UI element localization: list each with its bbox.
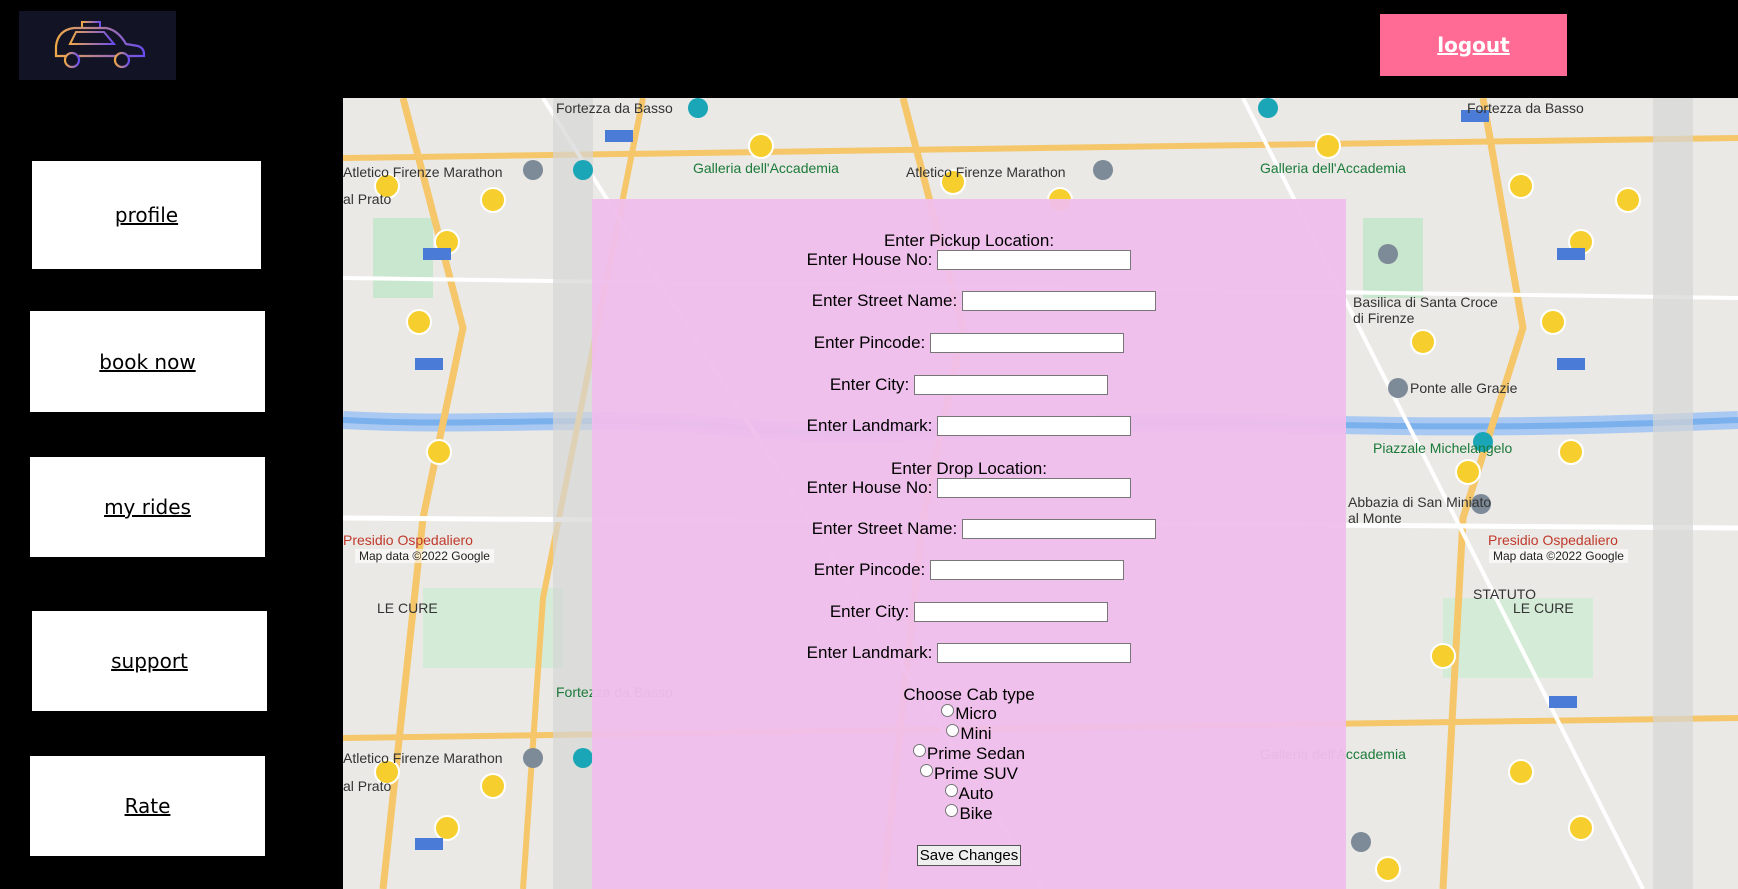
sidebar-item-support[interactable]: support (32, 611, 267, 711)
drop-pincode-input[interactable] (930, 560, 1125, 580)
map-label: Atletico Firenze Marathon (343, 750, 503, 766)
pickup-pincode-label: Enter Pincode: (813, 333, 926, 352)
sidebar-item-profile[interactable]: profile (32, 161, 261, 269)
drop-landmark-row: Enter Landmark: (592, 643, 1346, 663)
cab-option-prime-sedan[interactable]: Prime Sedan (592, 744, 1346, 764)
cab-option-bike[interactable]: Bike (592, 804, 1346, 824)
map-label: LE CURE (1513, 600, 1574, 616)
drop-landmark-label: Enter Landmark: (806, 643, 933, 662)
map-label: Atletico Firenze Marathon (906, 164, 1066, 180)
drop-street-label: Enter Street Name: (811, 519, 958, 538)
pickup-city-row: Enter City: (592, 375, 1346, 395)
pickup-pincode-input[interactable] (930, 333, 1125, 353)
map-label: Ponte alle Grazie (1410, 380, 1518, 396)
map-label: STATUTO (1473, 586, 1536, 602)
drop-pincode-row: Enter Pincode: (592, 560, 1346, 580)
map-credit: Map data ©2022 Google (1489, 549, 1628, 563)
cab-type-heading: Choose Cab type (903, 685, 1035, 704)
cab-option-prime-suv[interactable]: Prime SUV (592, 764, 1346, 784)
pickup-house-input[interactable] (937, 250, 1132, 270)
pickup-pincode-row: Enter Pincode: (592, 333, 1346, 353)
map-label: al Prato (343, 191, 392, 207)
drop-street-row: Enter Street Name: (592, 519, 1346, 539)
map-label: Fortezza da Basso (1467, 100, 1584, 116)
cab-radio-prime-sedan[interactable] (912, 744, 926, 757)
logo[interactable] (19, 11, 176, 80)
pickup-city-label: Enter City: (829, 375, 910, 394)
drop-landmark-input[interactable] (937, 643, 1132, 663)
map-label: al Prato (343, 778, 392, 794)
map-label: Piazzale Michelangelo (1373, 440, 1513, 456)
pickup-street-row: Enter Street Name: (592, 291, 1346, 311)
drop-city-row: Enter City: (592, 602, 1346, 622)
logout-button[interactable]: logout (1380, 14, 1567, 76)
pickup-street-input[interactable] (962, 291, 1157, 311)
booking-form: Enter Pickup Location: Enter House No: E… (592, 199, 1346, 889)
map-label: Galleria dell'Accademia (1260, 160, 1406, 176)
sidebar-item-rate[interactable]: Rate (30, 756, 265, 856)
map-credit: Map data ©2022 Google (355, 549, 494, 563)
cab-option-auto[interactable]: Auto (592, 784, 1346, 804)
cab-option-micro[interactable]: Micro (592, 704, 1346, 724)
map-label: Fortezza da Basso (556, 100, 673, 116)
drop-house-label: Enter House No: (806, 478, 933, 497)
cab-radio-mini[interactable] (946, 724, 960, 737)
cab-option-mini[interactable]: Mini (592, 724, 1346, 744)
pickup-landmark-input[interactable] (937, 416, 1132, 436)
map-label: Presidio Ospedaliero (1488, 532, 1618, 548)
drop-city-input[interactable] (914, 602, 1109, 622)
pickup-landmark-row: Enter Landmark: (592, 416, 1346, 436)
cab-radio-bike[interactable] (945, 804, 959, 817)
taxi-icon (54, 20, 145, 68)
map-label: Basilica di Santa Croce di Firenze (1353, 294, 1498, 326)
drop-pincode-label: Enter Pincode: (813, 560, 926, 579)
map-label: Atletico Firenze Marathon (343, 164, 503, 180)
pickup-house-label: Enter House No: (806, 250, 933, 269)
drop-city-label: Enter City: (829, 602, 910, 621)
map-label: Presidio Ospedaliero (343, 532, 473, 548)
drop-heading: Enter Drop Location: (891, 459, 1047, 478)
pickup-landmark-label: Enter Landmark: (806, 416, 933, 435)
pickup-heading: Enter Pickup Location: (883, 231, 1055, 250)
cab-radio-auto[interactable] (944, 784, 958, 797)
pickup-city-input[interactable] (914, 375, 1109, 395)
cab-radio-prime-suv[interactable] (919, 764, 933, 777)
save-changes-button[interactable]: Save Changes (916, 845, 1022, 866)
cab-radio-micro[interactable] (941, 704, 955, 717)
drop-street-input[interactable] (962, 519, 1157, 539)
map-label: Galleria dell'Accademia (693, 160, 839, 176)
map-label: Abbazia di San Miniato al Monte (1348, 494, 1492, 526)
pickup-house-row: Enter House No: (592, 250, 1346, 270)
drop-house-input[interactable] (937, 478, 1132, 498)
map-label: LE CURE (377, 600, 438, 616)
sidebar-item-book-now[interactable]: book now (30, 311, 265, 412)
save-row: Save Changes (592, 845, 1346, 866)
drop-house-row: Enter House No: (592, 478, 1346, 498)
sidebar-item-my-rides[interactable]: my rides (30, 457, 265, 557)
pickup-street-label: Enter Street Name: (811, 291, 958, 310)
